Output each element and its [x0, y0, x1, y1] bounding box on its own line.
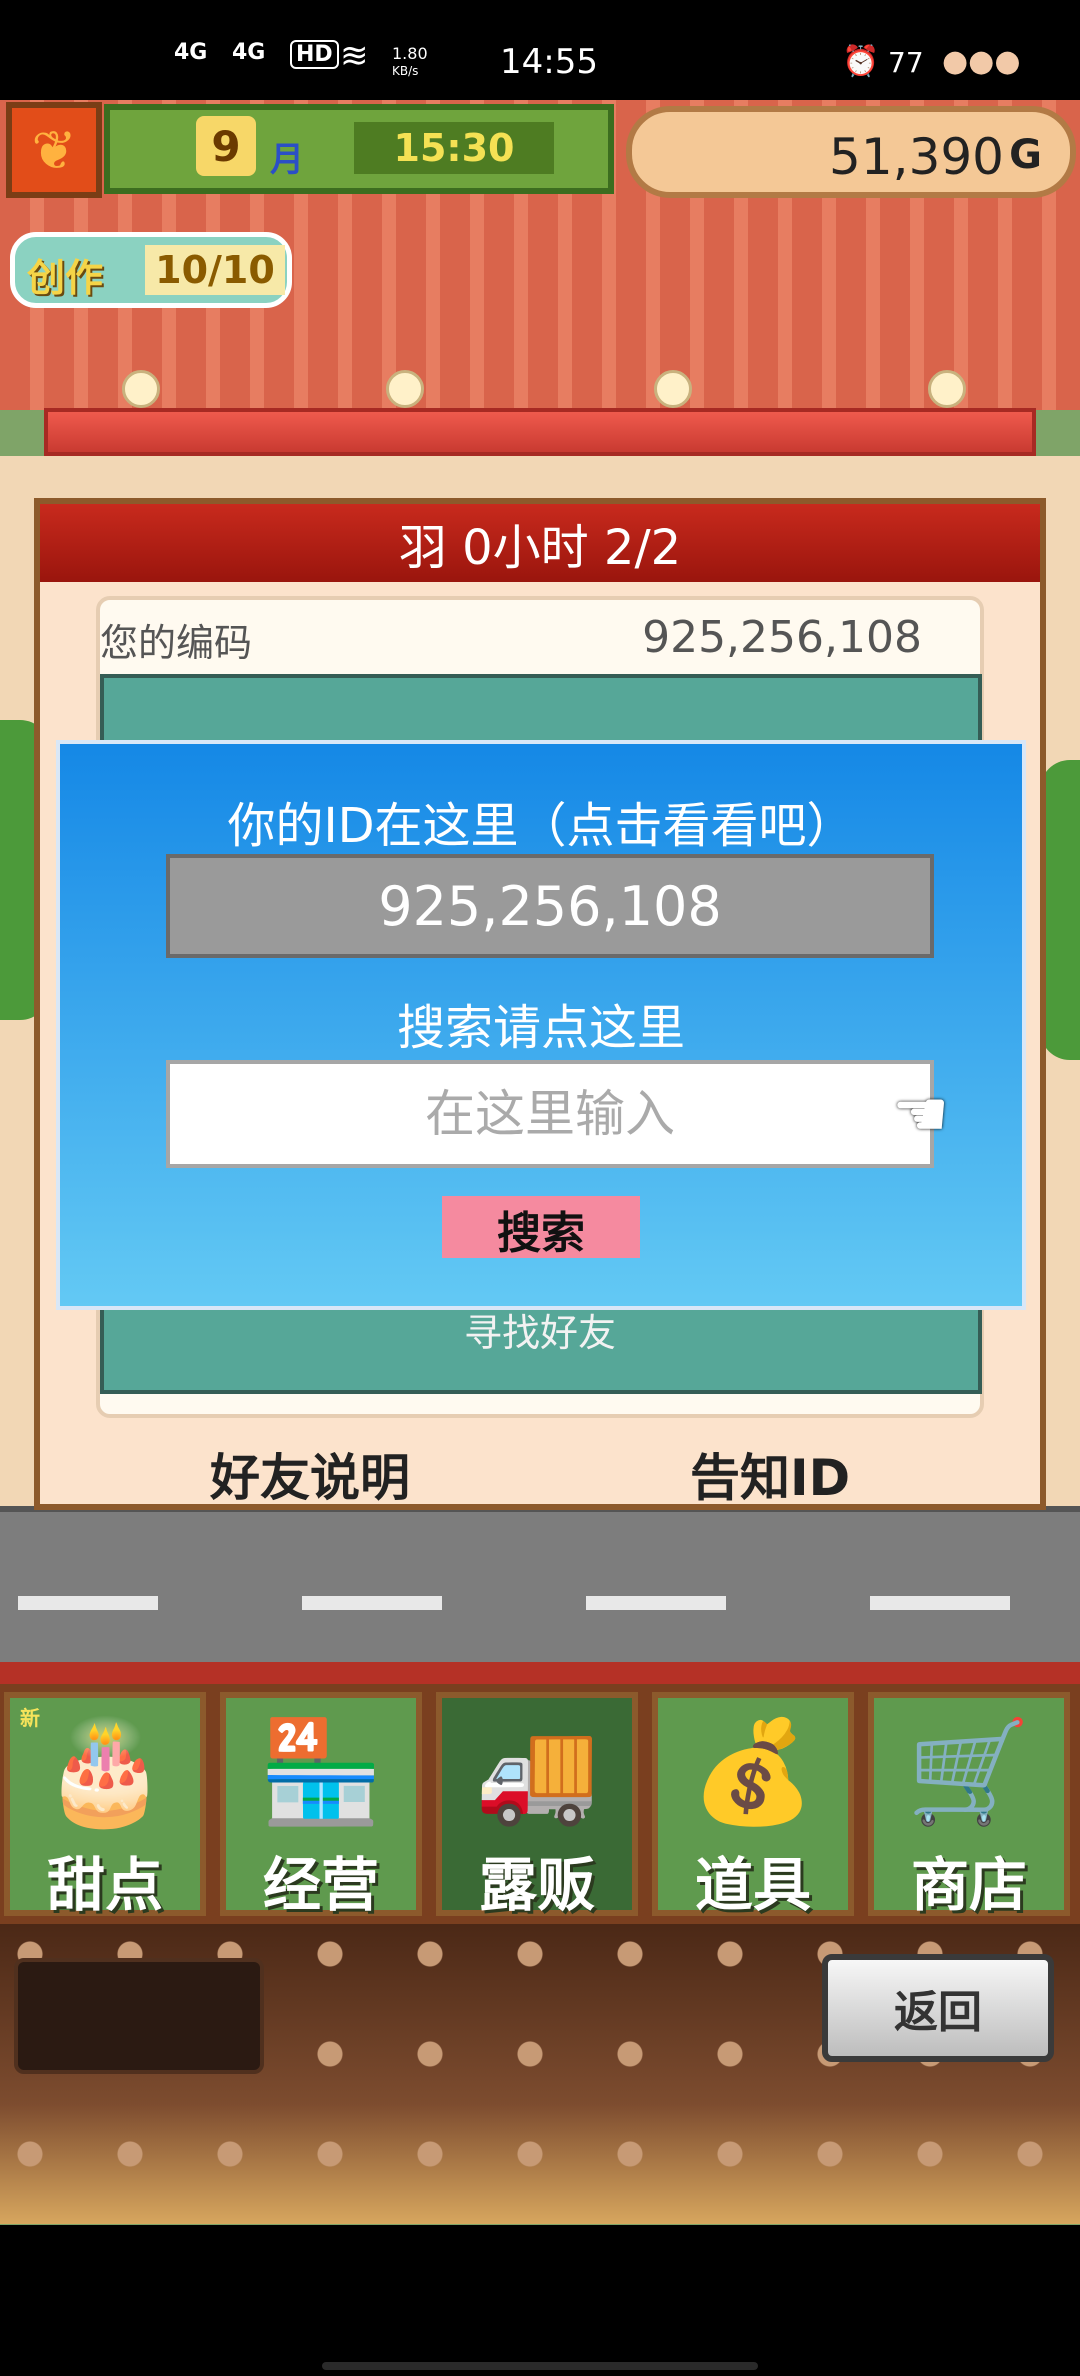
- menu-item-items[interactable]: 💰 道具: [652, 1692, 854, 1919]
- my-id-display[interactable]: 925,256,108: [166, 854, 934, 958]
- find-friend-button[interactable]: 寻找好友: [0, 1302, 1080, 1357]
- road: [0, 1506, 1080, 1672]
- hd-badge: HD: [290, 40, 339, 69]
- food-truck-icon: 🚚: [474, 1713, 600, 1830]
- money-panel: 51,390 G: [626, 106, 1076, 198]
- friend-help-button[interactable]: 好友说明: [210, 1438, 410, 1510]
- shopping-cart-icon: 🛒: [906, 1713, 1032, 1830]
- code-value: 925,256,108: [642, 612, 922, 663]
- game-time: 15:30: [354, 122, 554, 174]
- search-button[interactable]: 搜索: [442, 1196, 640, 1259]
- money-value: 51,390: [829, 128, 1004, 186]
- maple-leaf-icon[interactable]: ❦: [6, 102, 102, 198]
- money-unit: G: [1009, 132, 1042, 178]
- menu-label: 道具: [694, 1851, 811, 1919]
- search-hint: 搜索请点这里: [396, 1000, 685, 1056]
- bottom-menu: 新 🎂 甜点 🏪 经营 🚚 露贩 💰 道具 🛒 商店: [0, 1684, 1080, 1924]
- menu-item-management[interactable]: 🏪 经营: [220, 1692, 422, 1919]
- lane-marking: [302, 1596, 442, 1610]
- menu-label: 商店: [910, 1851, 1027, 1919]
- items-bag-icon: 💰: [690, 1713, 816, 1830]
- roof-lamp: [386, 370, 424, 408]
- menu-label: 露贩: [478, 1851, 595, 1919]
- create-count: 10/10: [145, 245, 285, 295]
- create-label: 创作: [27, 256, 104, 300]
- menu-item-food-truck[interactable]: 🚚 露贩: [436, 1692, 638, 1919]
- notify-id-button[interactable]: 告知ID: [690, 1438, 850, 1510]
- month-label: 月: [270, 140, 304, 180]
- shop-icon: 🏪: [258, 1713, 384, 1830]
- status-bar: 4G 4G HD ≋ 1.80 KB/s 14:55 ⏰ 77 ●●●: [0, 0, 1080, 110]
- lane-marking: [870, 1596, 1010, 1610]
- menu-label: 经营: [262, 1851, 379, 1919]
- footer-info-box: [14, 1958, 264, 2074]
- battery-icon: ●●●: [942, 44, 1021, 79]
- back-button[interactable]: 返回: [822, 1954, 1054, 2062]
- lane-marking: [18, 1596, 158, 1610]
- menu-item-desserts[interactable]: 新 🎂 甜点: [4, 1692, 206, 1919]
- pointing-hand-icon: ☛: [892, 1078, 950, 1152]
- alarm-icon: ⏰: [842, 44, 880, 79]
- net-speed: 1.80: [392, 44, 428, 63]
- home-indicator[interactable]: [322, 2362, 758, 2370]
- dialog-title: 你的ID在这里（点击看看吧）: [227, 798, 855, 854]
- calendar-panel: 9 月 15:30: [104, 104, 614, 194]
- signal-4g-2: 4G: [232, 40, 266, 65]
- status-time: 14:55: [500, 42, 598, 82]
- shop-awning: [44, 408, 1036, 456]
- menu-item-store[interactable]: 🛒 商店: [868, 1692, 1070, 1919]
- menu-label: 甜点: [46, 1851, 163, 1919]
- wifi-icon: ≋: [340, 36, 369, 76]
- menu-divider: [0, 1662, 1080, 1684]
- roof-lamp: [122, 370, 160, 408]
- panel-header: 羽 0小时 2/2: [40, 504, 1040, 582]
- signal-4g-1: 4G: [174, 40, 208, 65]
- tree: [1040, 760, 1080, 1060]
- code-label: 您的编码: [100, 621, 253, 665]
- battery-level: 77: [888, 46, 924, 79]
- create-counter[interactable]: 创作 10/10: [10, 232, 292, 308]
- id-search-dialog: 你的ID在这里（点击看看吧） 925,256,108 搜索请点这里 ☛ 搜索: [56, 740, 1026, 1310]
- lane-marking: [586, 1596, 726, 1610]
- roof-lamp: [654, 370, 692, 408]
- month-number: 9: [196, 116, 256, 176]
- id-search-input[interactable]: [166, 1060, 934, 1168]
- system-nav-bar: [0, 2226, 1080, 2376]
- footer-area: 返回: [0, 1924, 1080, 2224]
- roof-lamp: [928, 370, 966, 408]
- net-unit: KB/s: [392, 64, 419, 78]
- cake-icon: 🎂: [42, 1713, 168, 1830]
